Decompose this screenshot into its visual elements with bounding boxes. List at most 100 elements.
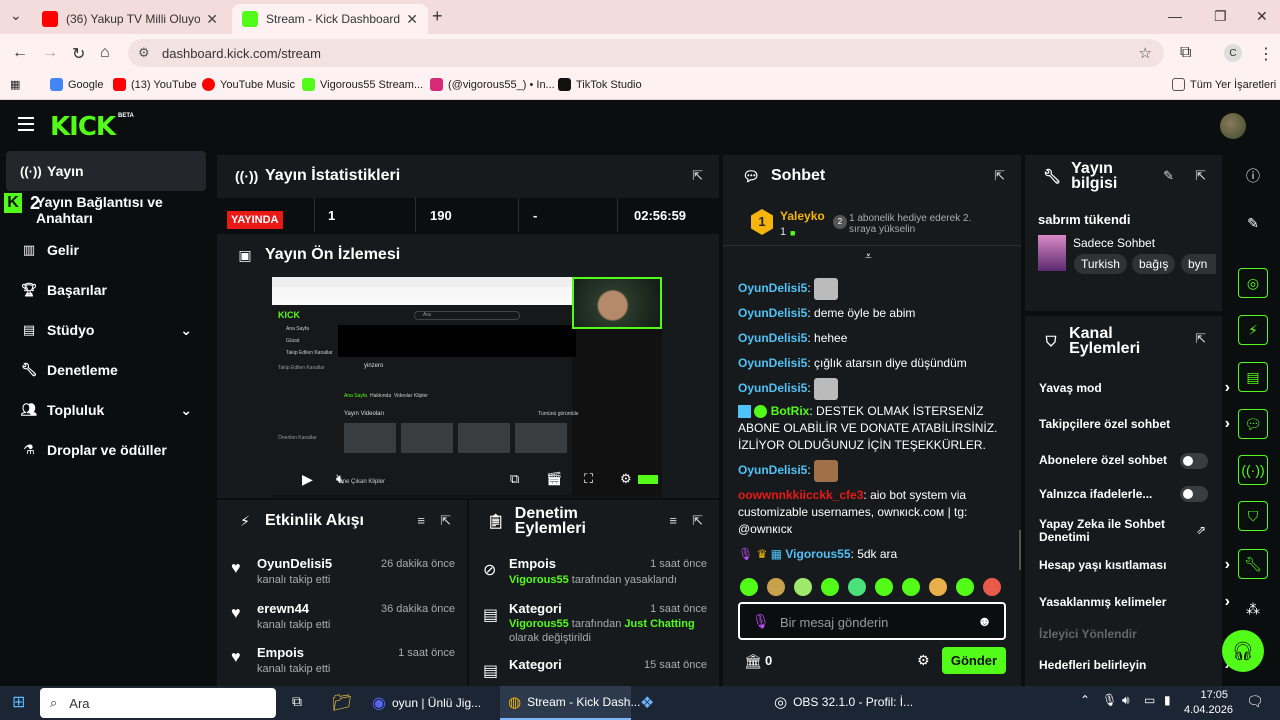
notes-widget-icon[interactable]: ▤: [1238, 362, 1268, 392]
network-icon[interactable]: ▭: [1144, 693, 1155, 707]
sidebar-item-studio[interactable]: ▤ Stüdyo ⌄: [6, 310, 206, 350]
send-button[interactable]: Gönder: [942, 647, 1006, 674]
emote-icon[interactable]: [794, 578, 812, 596]
chat-username[interactable]: oowwnnkkiicckk_cfe3: [738, 488, 863, 502]
close-tab-icon[interactable]: ✕: [206, 11, 218, 28]
bookmark-instagram[interactable]: (@vigorous55_) • In...: [430, 78, 555, 91]
bookmark-google[interactable]: Google: [50, 78, 103, 91]
activity-username[interactable]: OyunDelisi5: [257, 556, 332, 571]
user-avatar[interactable]: [1220, 113, 1246, 139]
subscribers-only-toggle[interactable]: [1180, 453, 1208, 469]
hamburger-menu-icon[interactable]: [18, 117, 34, 131]
notification-icon[interactable]: 🗨︎: [1246, 693, 1264, 710]
extensions-icon[interactable]: ⧉: [1180, 44, 1191, 62]
kick-logo[interactable]: KICK: [50, 112, 116, 142]
sidebar-item-drops[interactable]: ⚗ Droplar ve ödüller: [6, 430, 206, 470]
external-link-icon[interactable]: ⇗: [1196, 523, 1206, 537]
home-icon[interactable]: ⌂: [100, 44, 110, 62]
sidebar-item-revenue[interactable]: ▥ Gelir: [6, 230, 206, 270]
emote-icon[interactable]: [740, 578, 758, 596]
chat-username[interactable]: Vigorous55: [785, 547, 850, 561]
reload-icon[interactable]: ↻: [72, 44, 85, 64]
support-headset-icon[interactable]: 🎧︎: [1222, 630, 1264, 672]
mic-tray-icon[interactable]: 🎙︎: [1102, 693, 1117, 707]
pinned-collapse-icon[interactable]: ⩡: [865, 249, 872, 264]
edit-pencil-icon[interactable]: ✎: [1163, 168, 1174, 184]
tag-pill[interactable]: Turkish: [1074, 254, 1127, 274]
chat-input[interactable]: 🎙︎ Bir mesaj gönderin ☻: [738, 602, 1006, 640]
pip-icon[interactable]: ⧉: [510, 471, 519, 487]
new-tab-button[interactable]: +: [432, 6, 443, 27]
stream-category[interactable]: Sadece Sohbet: [1073, 236, 1155, 250]
pop-out-icon[interactable]: ⇱: [1195, 168, 1206, 184]
chat-username[interactable]: BotRix: [771, 404, 810, 418]
taskbar-app-discord[interactable]: ◉ oyun | Ünlü Jig...: [372, 693, 481, 713]
filter-icon[interactable]: ≡: [669, 513, 677, 528]
bookmark-kick-stream[interactable]: Vigorous55 Stream...: [302, 78, 423, 91]
activity-username[interactable]: erewn44: [257, 601, 309, 616]
sidebar-item-community[interactable]: 👥︎ Topluluk ⌄: [6, 390, 206, 430]
emote-icon[interactable]: [767, 578, 785, 596]
emote-icon[interactable]: [848, 578, 866, 596]
task-view-icon[interactable]: ⧉: [292, 693, 302, 710]
tag-pill[interactable]: byn: [1181, 254, 1216, 274]
taskbar-app-chrome-label[interactable]: ◍ Stream - Kick Dash...: [508, 693, 640, 711]
pop-out-icon[interactable]: ⇱: [440, 513, 451, 529]
emote-icon[interactable]: [902, 578, 920, 596]
activity-username[interactable]: Empois: [257, 645, 304, 660]
taskbar-app-obs[interactable]: ◎ OBS 32.1.0 - Profil: İ...: [774, 693, 913, 711]
pop-out-icon[interactable]: ⇱: [692, 168, 703, 184]
site-info-icon[interactable]: ⚙: [138, 45, 150, 61]
bookmark-star-icon[interactable]: ☆: [1139, 44, 1152, 62]
stream-preview-video[interactable]: KICK Ara Ana Sayfa Gözat Takip Edilen Ka…: [272, 277, 662, 497]
action-ai-moderation[interactable]: Yapay Zeka ile Sohbet Denetimi: [1039, 518, 1189, 544]
mute-icon[interactable]: 🔇︎: [336, 471, 344, 487]
pop-out-icon[interactable]: ⇱: [692, 513, 703, 529]
emoji-picker-icon[interactable]: ☻: [977, 613, 992, 629]
chat-username[interactable]: OyunDelisi5: [738, 463, 807, 477]
moderator-name[interactable]: Vigorous55: [509, 618, 569, 630]
chat-username[interactable]: OyunDelisi5: [738, 306, 807, 320]
fullscreen-icon[interactable]: ⛶: [584, 471, 593, 487]
chat-scrollbar[interactable]: [1019, 530, 1021, 570]
volume-icon[interactable]: 🔊︎: [1122, 693, 1130, 708]
chat-username[interactable]: OyunDelisi5: [738, 381, 807, 395]
lightning-widget-icon[interactable]: ⚡: [1238, 315, 1268, 345]
app-icon[interactable]: ❖: [640, 693, 654, 713]
info-icon[interactable]: ⓘ: [1238, 161, 1268, 191]
browser-tab-kick[interactable]: Stream - Kick Dashboard ✕: [232, 4, 428, 34]
browser-menu-icon[interactable]: ⋮: [1258, 44, 1274, 64]
mic-icon[interactable]: 🎙︎: [752, 613, 770, 630]
emote-icon[interactable]: [875, 578, 893, 596]
filter-icon[interactable]: ≡: [417, 513, 425, 528]
tab-list-dropdown[interactable]: ⌄: [10, 7, 22, 24]
profile-avatar[interactable]: C: [1224, 44, 1242, 62]
browser-tab-youtube[interactable]: (36) Yakup TV Milli Oluyor - Yo ✕: [32, 4, 228, 34]
chat-username[interactable]: OyunDelisi5: [738, 281, 807, 295]
camera-widget-icon[interactable]: ◎: [1238, 268, 1268, 298]
address-bar[interactable]: ⚙ dashboard.kick.com/stream ☆: [128, 39, 1164, 67]
pop-out-icon[interactable]: ⇱: [1195, 331, 1206, 347]
chat-username[interactable]: OyunDelisi5: [738, 356, 807, 370]
emote-icon[interactable]: [956, 578, 974, 596]
action-account-age[interactable]: Hesap yaşı kısıtlaması ›: [1039, 556, 1230, 573]
chat-widget-icon[interactable]: 💬︎: [1238, 409, 1268, 439]
moderator-name[interactable]: Vigorous55: [509, 574, 569, 586]
close-tab-icon[interactable]: ✕: [406, 11, 418, 28]
tag-pill[interactable]: bağış: [1132, 254, 1176, 274]
action-followers-only[interactable]: Takipçilere özel sohbet ›: [1039, 415, 1230, 432]
close-window-icon[interactable]: ✕: [1256, 8, 1268, 25]
minimize-icon[interactable]: —: [1168, 8, 1182, 24]
forward-icon[interactable]: →: [42, 44, 58, 62]
bookmark-youtube-music[interactable]: YouTube Music: [202, 78, 295, 91]
edit-pencil-icon[interactable]: ✎: [1238, 208, 1268, 238]
bookmark-tiktok[interactable]: TikTok Studio: [558, 78, 642, 91]
back-icon[interactable]: ←: [12, 44, 28, 62]
add-widget-icon[interactable]: ⁂: [1238, 594, 1268, 624]
file-explorer-icon[interactable]: 📁︎: [332, 693, 352, 713]
sidebar-item-moderation[interactable]: 🔧︎ Denetleme: [6, 350, 206, 390]
all-bookmarks-folder[interactable]: Tüm Yer İşaretleri: [1172, 78, 1276, 91]
broadcast-widget-icon[interactable]: ((·)): [1238, 455, 1268, 485]
sidebar-item-achievements[interactable]: 🏆︎ Başarılar: [6, 270, 206, 310]
chat-settings-gear-icon[interactable]: ⚙: [917, 652, 930, 669]
